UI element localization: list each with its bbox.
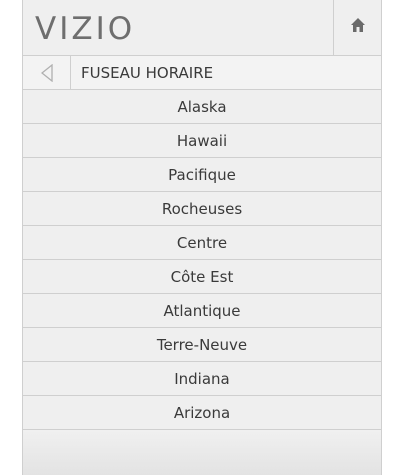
list-item-hawaii[interactable]: Hawaii <box>23 124 381 158</box>
list-item-indiana[interactable]: Indiana <box>23 362 381 396</box>
list-footer <box>23 430 381 475</box>
header-bar: VIZIO <box>23 0 381 56</box>
brand-logo: VIZIO <box>35 11 136 47</box>
settings-panel: VIZIO FUSEAU HORAIRE Alaska Hawaii Pacif… <box>22 0 382 475</box>
home-button[interactable] <box>333 0 381 55</box>
back-triangle-icon <box>41 64 53 82</box>
list-item-terre-neuve[interactable]: Terre-Neuve <box>23 328 381 362</box>
list-item-alaska[interactable]: Alaska <box>23 90 381 124</box>
list-item-centre[interactable]: Centre <box>23 226 381 260</box>
list-item-arizona[interactable]: Arizona <box>23 396 381 430</box>
list-item-pacifique[interactable]: Pacifique <box>23 158 381 192</box>
timezone-list: Alaska Hawaii Pacifique Rocheuses Centre… <box>23 90 381 430</box>
menu-title-bar: FUSEAU HORAIRE <box>23 56 381 90</box>
list-item-atlantique[interactable]: Atlantique <box>23 294 381 328</box>
menu-title: FUSEAU HORAIRE <box>81 64 214 82</box>
home-icon <box>351 18 365 32</box>
list-item-rocheuses[interactable]: Rocheuses <box>23 192 381 226</box>
list-item-cote-est[interactable]: Côte Est <box>23 260 381 294</box>
back-button[interactable] <box>23 56 71 89</box>
